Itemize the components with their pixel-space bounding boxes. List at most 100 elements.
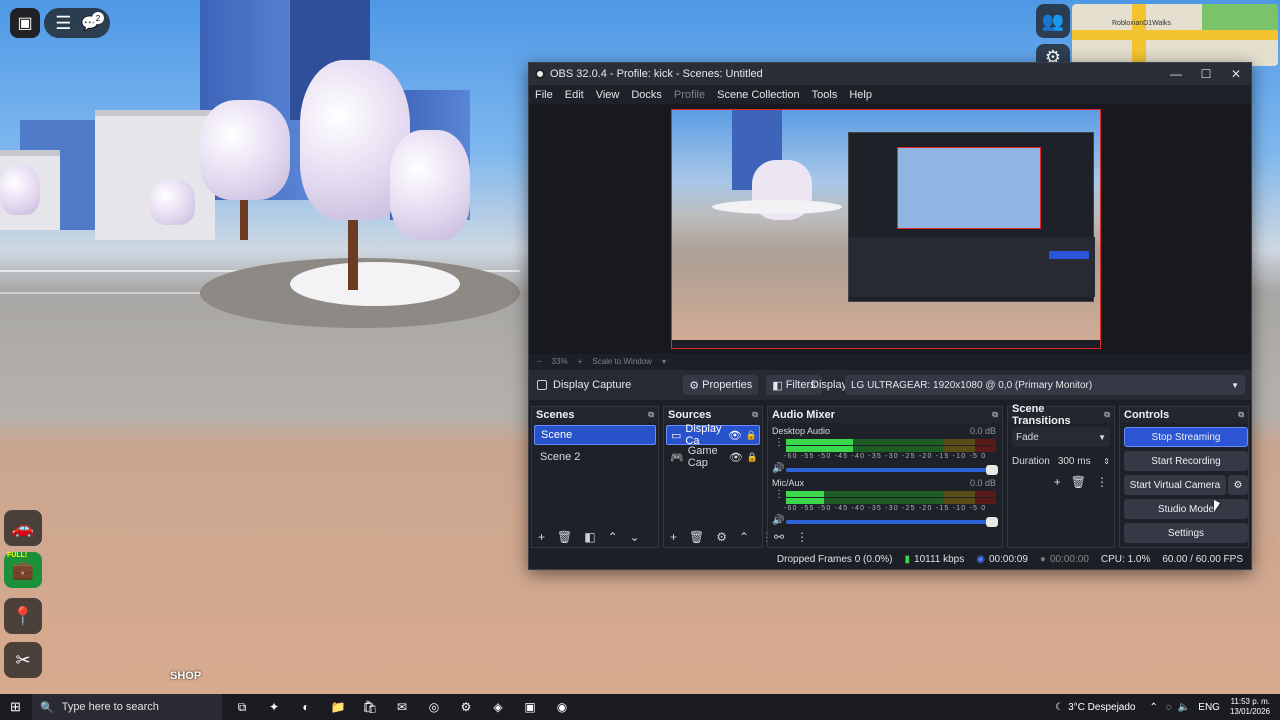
chevron-up-icon[interactable]: ⌃ <box>1149 702 1157 713</box>
maximize-icon[interactable]: ☐ <box>1191 63 1221 85</box>
filter-icon[interactable]: ◧ <box>584 530 595 544</box>
minimize-icon[interactable]: — <box>1161 63 1191 85</box>
eye-icon[interactable]: 👁 <box>728 429 742 442</box>
menu-file[interactable]: File <box>535 89 553 101</box>
menu-edit[interactable]: Edit <box>565 89 584 101</box>
settings-icon[interactable]: ⚙ <box>454 697 478 717</box>
copilot-icon[interactable]: ✦ <box>262 697 286 717</box>
spinner-icon[interactable]: ⇕ <box>1103 457 1110 466</box>
more-icon[interactable]: ⋮ <box>774 437 784 448</box>
transition-select[interactable]: Fade ▼ <box>1012 427 1110 447</box>
lock-icon[interactable]: 🔒 <box>747 452 758 463</box>
preview-canvas[interactable] <box>671 109 1101 349</box>
scene-item[interactable]: Scene <box>534 425 656 445</box>
virtual-camera-settings-icon[interactable]: ⚙ <box>1228 475 1248 495</box>
more-icon[interactable]: ⋮ <box>796 530 808 544</box>
undock-icon[interactable]: ⧉ <box>1104 410 1110 420</box>
scale-to-window[interactable]: Scale to Window <box>592 357 652 366</box>
friends-icon[interactable]: 👥 <box>1036 4 1070 38</box>
taskbar-search[interactable]: 🔍 Type here to search <box>32 694 222 720</box>
zoom-in-icon[interactable]: + <box>578 357 583 366</box>
duration-label: Duration <box>1012 455 1050 467</box>
preview-area[interactable] <box>529 104 1251 354</box>
trash-icon[interactable]: 🗑 <box>557 530 572 544</box>
gear-icon[interactable]: ⚙ <box>716 530 727 544</box>
network-icon[interactable]: ◌ <box>1166 702 1172 713</box>
undock-icon[interactable]: ⧉ <box>648 410 654 420</box>
link-icon[interactable]: ⚯ <box>774 530 784 544</box>
source-item[interactable]: ▭ Display Ca 👁 🔒 <box>666 423 760 447</box>
channel-name: Desktop Audio <box>772 426 831 436</box>
add-icon[interactable]: + <box>538 530 545 544</box>
minimap[interactable]: RobloxianD1Walks <box>1072 4 1278 66</box>
audio-mixer-dock: Audio Mixer ⧉ Desktop Audio 0.0 dB ⋮ -60 … <box>767 406 1003 548</box>
audio-mixer-header: Audio Mixer ⧉ <box>768 407 1002 423</box>
language-indicator[interactable]: ENG <box>1198 702 1220 713</box>
volume-slider[interactable] <box>786 517 998 527</box>
car-icon[interactable]: 🚗 <box>4 510 42 546</box>
lock-icon[interactable]: 🔒 <box>746 430 757 441</box>
stop-streaming-button[interactable]: Stop Streaming <box>1124 427 1248 447</box>
discord-icon[interactable]: ◈ <box>486 697 510 717</box>
task-view-icon[interactable]: ⧉ <box>230 697 254 717</box>
store-icon[interactable]: 🛍 <box>358 697 382 717</box>
menu-docks[interactable]: Docks <box>631 89 662 101</box>
roblox-icon[interactable]: ▣ <box>518 697 542 717</box>
obs-icon[interactable]: ◉ <box>550 697 574 717</box>
zoom-dropdown-icon[interactable]: ▾ <box>662 357 666 366</box>
scene-item[interactable]: Scene 2 <box>534 447 656 467</box>
undock-icon[interactable]: ⧉ <box>1238 410 1244 420</box>
obs-logo-icon <box>535 69 545 79</box>
menu-scene-collection[interactable]: Scene Collection <box>717 89 800 101</box>
hamburger-icon[interactable]: ☰ <box>55 13 71 34</box>
more-icon[interactable]: ⋮ <box>1096 475 1108 489</box>
source-checkbox[interactable] <box>537 380 547 390</box>
trash-icon[interactable]: 🗑 <box>689 530 704 544</box>
arrow-down-icon[interactable]: ⌄ <box>630 530 640 544</box>
weather-icon: ☾ <box>1055 701 1065 713</box>
speaker-icon[interactable]: 🔊 <box>772 463 784 474</box>
weather-text[interactable]: 3°C Despejado <box>1068 702 1135 713</box>
volume-slider[interactable] <box>786 465 998 475</box>
slider-handle[interactable] <box>986 517 998 527</box>
job-briefcase-icon[interactable]: FULL! 💼 <box>4 552 42 588</box>
shop-label[interactable]: SHOP <box>170 670 201 682</box>
zoom-out-icon[interactable]: − <box>537 357 542 366</box>
clock[interactable]: 11:53 p. m. 13/01/2026 <box>1230 697 1270 717</box>
roblox-logo-icon[interactable]: ▣ <box>10 8 40 38</box>
start-virtual-camera-button[interactable]: Start Virtual Camera <box>1124 475 1226 495</box>
title-bar[interactable]: OBS 32.0.4 - Profile: kick - Scenes: Unt… <box>529 63 1251 85</box>
start-recording-button[interactable]: Start Recording <box>1124 451 1248 471</box>
display-select[interactable]: LG ULTRAGEAR: 1920x1080 @ 0,0 (Primary M… <box>845 375 1245 395</box>
undock-icon[interactable]: ⧉ <box>752 410 758 420</box>
more-icon[interactable]: ⋮ <box>774 489 784 500</box>
menu-view[interactable]: View <box>596 89 620 101</box>
undock-icon[interactable]: ⧉ <box>992 410 998 420</box>
chrome-icon[interactable]: ◎ <box>422 697 446 717</box>
volume-icon[interactable]: 🔈 <box>1178 702 1190 713</box>
add-icon[interactable]: + <box>1054 475 1061 489</box>
file-explorer-icon[interactable]: 📁 <box>326 697 350 717</box>
windows-start-icon[interactable]: ⊞ <box>10 699 21 715</box>
arrow-up-icon[interactable]: ⌃ <box>608 530 618 544</box>
source-item[interactable]: 🎮 Game Cap 👁 🔒 <box>666 445 760 469</box>
customize-icon[interactable]: ✂ <box>4 642 42 678</box>
map-pin-icon[interactable]: 📍 <box>4 598 42 634</box>
speaker-icon[interactable]: 🔊 <box>772 515 784 526</box>
duration-input[interactable]: 300 ms <box>1058 456 1103 467</box>
settings-button[interactable]: Settings <box>1124 523 1248 543</box>
menu-profile[interactable]: Profile <box>674 89 705 101</box>
properties-button[interactable]: ⚙ Properties <box>683 375 759 395</box>
menu-tools[interactable]: Tools <box>812 89 838 101</box>
close-icon[interactable]: ✕ <box>1221 63 1251 85</box>
slider-handle[interactable] <box>986 465 998 475</box>
menu-help[interactable]: Help <box>849 89 872 101</box>
eye-icon[interactable]: 👁 <box>729 451 743 464</box>
edge-icon[interactable]: ◐ <box>294 697 318 717</box>
obs-window: OBS 32.0.4 - Profile: kick - Scenes: Unt… <box>528 62 1252 570</box>
studio-mode-button[interactable]: Studio Mode <box>1124 499 1248 519</box>
add-icon[interactable]: + <box>670 530 677 544</box>
arrow-up-icon[interactable]: ⌃ <box>739 530 749 544</box>
outlook-icon[interactable]: ✉ <box>390 697 414 717</box>
trash-icon[interactable]: 🗑 <box>1071 475 1086 489</box>
